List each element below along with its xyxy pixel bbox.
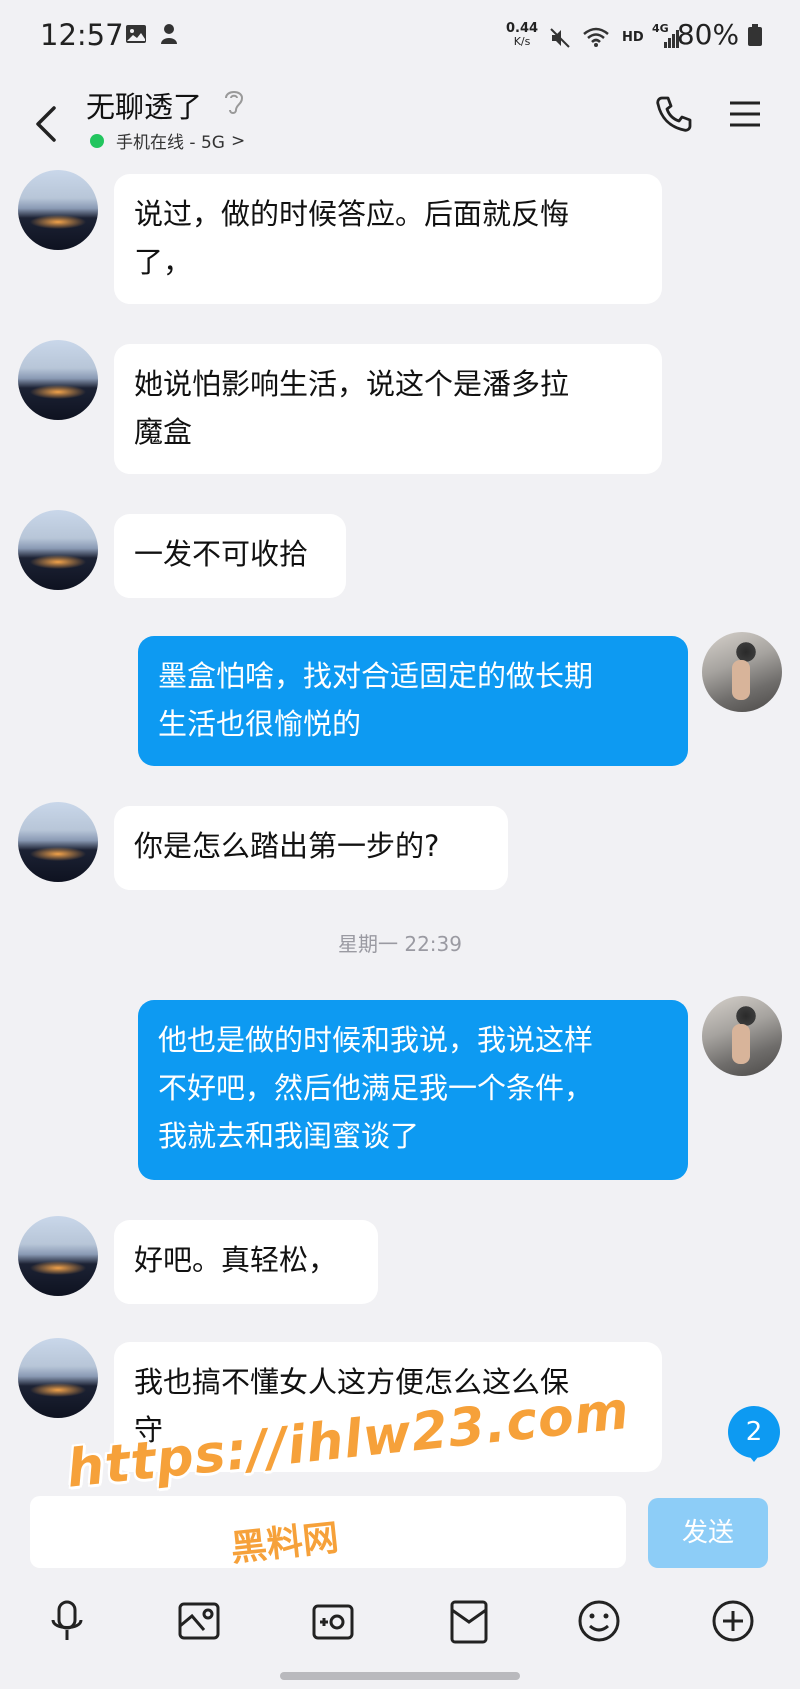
incoming-message-bubble[interactable]: 她说怕影响生活，说这个是潘多拉 魔盒 (114, 344, 662, 474)
microphone-icon[interactable] (42, 1596, 92, 1646)
message-line: 说过，做的时候答应。后面就反悔 (134, 197, 570, 231)
image-icon[interactable] (174, 1596, 224, 1646)
message-line: 我就去和我闺蜜谈了 (158, 1119, 420, 1153)
hd-indicator: HD (622, 30, 644, 45)
battery-level: 80% (677, 18, 762, 51)
input-bar: 发送 (0, 1486, 800, 1580)
message-line: 好吧。真轻松， (134, 1243, 338, 1277)
message-line: 她说怕影响生活，说这个是潘多拉 (134, 367, 570, 401)
status-bar: 12:57 0.44 K/s HD 4G 80% (0, 0, 800, 76)
chevron-right-icon: > (230, 130, 246, 151)
message-line: 了， (134, 245, 193, 279)
menu-icon[interactable] (724, 94, 766, 134)
unread-count-badge[interactable]: 2 (728, 1406, 780, 1462)
contact-avatar[interactable] (18, 802, 98, 882)
contact-avatar[interactable] (18, 340, 98, 420)
ear-icon (222, 86, 246, 116)
incoming-message-bubble[interactable]: 好吧。真轻松， (114, 1220, 378, 1304)
my-avatar[interactable] (702, 996, 782, 1076)
camera-icon[interactable] (308, 1596, 358, 1646)
online-status: 手机在线 - 5G (116, 133, 225, 153)
mute-icon (548, 26, 572, 50)
message-line: 他也是做的时候和我说，我说这样 (158, 1023, 594, 1057)
status-time: 12:57 (40, 18, 124, 52)
chat-header: 无聊透了 手机在线 - 5G > (0, 76, 800, 166)
back-button[interactable] (26, 92, 66, 152)
send-button[interactable]: 发送 (648, 1498, 768, 1568)
outgoing-message-bubble[interactable]: 墨盒怕啥，找对合适固定的做长期 生活也很愉悦的 (138, 636, 688, 766)
contact-avatar[interactable] (18, 510, 98, 590)
message-line: 墨盒怕啥，找对合适固定的做长期 (158, 659, 594, 693)
incoming-message-bubble[interactable]: 你是怎么踏出第一步的? (114, 806, 508, 890)
contact-avatar[interactable] (18, 170, 98, 250)
contact-avatar[interactable] (18, 1216, 98, 1296)
outgoing-message-bubble[interactable]: 他也是做的时候和我说，我说这样 不好吧，然后他满足我一个条件， 我就去和我闺蜜谈… (138, 1000, 688, 1180)
home-indicator (280, 1672, 520, 1680)
input-toolbar (0, 1580, 800, 1670)
emoji-icon[interactable] (574, 1596, 624, 1646)
notification-app-icon (158, 22, 180, 46)
online-status-row[interactable]: 手机在线 - 5G > (90, 128, 245, 153)
plus-icon[interactable] (708, 1596, 758, 1646)
network-speed: 0.44 K/s (506, 21, 539, 48)
gallery-notification-icon (124, 22, 148, 46)
my-avatar[interactable] (702, 632, 782, 712)
message-line: 不好吧，然后他满足我一个条件， (158, 1071, 594, 1105)
contact-name[interactable]: 无聊透了 (86, 84, 202, 126)
wifi-icon (582, 26, 610, 48)
message-line: 一发不可收拾 (134, 537, 309, 571)
red-packet-icon[interactable] (444, 1596, 494, 1646)
message-timestamp: 星期一 22:39 (338, 932, 462, 956)
contact-avatar[interactable] (18, 1338, 98, 1418)
phone-call-button[interactable] (652, 92, 696, 136)
incoming-message-bubble[interactable]: 说过，做的时候答应。后面就反悔 了， (114, 174, 662, 304)
incoming-message-bubble[interactable]: 一发不可收拾 (114, 514, 346, 598)
message-line: 魔盒 (134, 415, 193, 449)
message-line: 生活也很愉悦的 (158, 707, 362, 741)
online-dot-icon (90, 133, 104, 148)
message-line: 你是怎么踏出第一步的? (134, 829, 440, 863)
